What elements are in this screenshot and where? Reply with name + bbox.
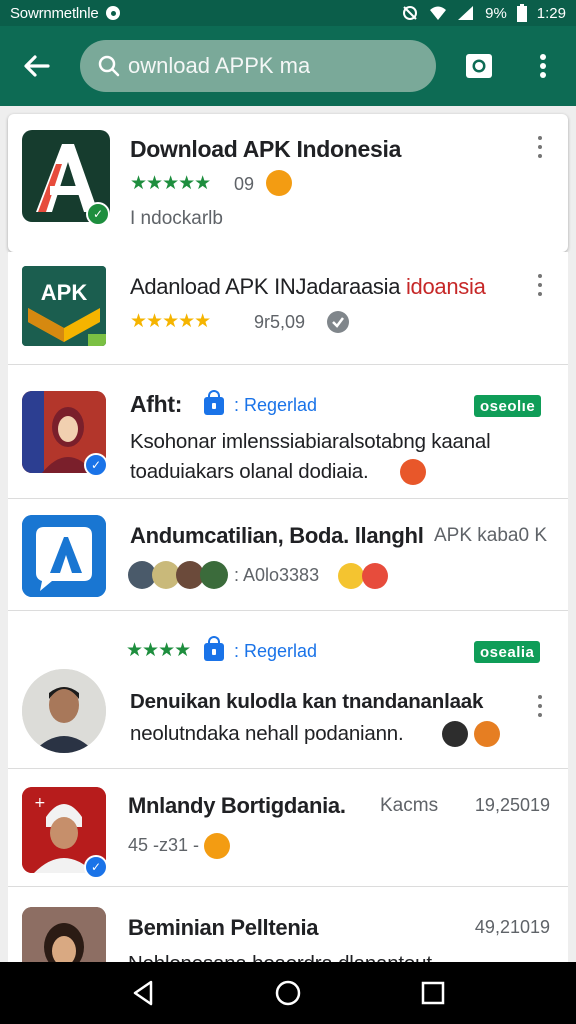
camera-icon (466, 54, 492, 78)
emoji-icon (442, 721, 468, 747)
letter-a-chat-icon (22, 515, 106, 597)
battery-icon (516, 4, 527, 22)
avatar (200, 561, 228, 589)
search-input[interactable]: ownload APPK ma (80, 40, 436, 92)
description-line-2: toaduiakars olanal dodiaia. (130, 460, 369, 483)
clock: 1:29 (536, 4, 566, 22)
more-options-icon[interactable] (534, 274, 546, 296)
list-item[interactable]: ★★★★ : Regerlad osealia Denuikan kulodla… (8, 610, 568, 768)
developer-name: I ndockarlb (130, 208, 223, 229)
status-badge: osealia (474, 641, 541, 663)
wifi-icon (430, 6, 447, 20)
rating-value: 9r5,09 (254, 312, 306, 332)
more-options-icon[interactable] (534, 695, 546, 717)
nav-home-button[interactable] (268, 973, 308, 1013)
back-button[interactable] (16, 46, 56, 86)
recents-square-icon (422, 981, 445, 1005)
search-query-text: ownload APPK ma (128, 53, 311, 78)
home-circle-icon (275, 980, 301, 1006)
emoji-icon (362, 563, 388, 589)
app-bar: ownload APPK ma (0, 26, 576, 106)
system-nav-bar (0, 962, 576, 1024)
notification-dot-icon (106, 6, 121, 20)
verified-badge-icon: ✓ (84, 855, 108, 879)
meta-text: : A0lo3383 (234, 565, 320, 585)
rating-stars: ★★★★★ (130, 311, 211, 332)
nav-back-button[interactable] (123, 973, 163, 1013)
svg-text:APK: APK (41, 280, 88, 305)
status-badge: oseolıe (474, 395, 542, 417)
app-icon-a-blue (22, 515, 106, 597)
description-line-1: Denuikan kulodla kan tnandananlaak (130, 690, 484, 713)
overflow-menu-button[interactable] (528, 46, 558, 86)
list-item[interactable]: Andumcatilian, Boda. llanghl APK kaba0 K… (8, 498, 568, 610)
description-line-1: Nehlonesana boaordra dlanantout (128, 949, 432, 962)
list-item[interactable]: APK Adanload APK INJadaraasia idoansia ★… (8, 252, 568, 364)
emoji-icon (204, 833, 230, 859)
description-line-2: neolutndaka nehall podaniann. (130, 722, 404, 745)
verified-badge-icon: ✓ (84, 453, 108, 477)
result-card-featured[interactable]: ✓ Download APK Indonesia ★★★★★ 09 I ndoc… (8, 114, 568, 252)
result-title: Beminian Pelltenia (128, 915, 319, 940)
result-title: Adanload APK INJadaraasia idoansia (130, 274, 486, 299)
app-icon-apk: APK (22, 266, 106, 346)
person-photo-icon (22, 669, 106, 753)
status-bar: Sowrnmetlnle 9% 1:29 (0, 0, 576, 26)
nav-recents-button[interactable] (413, 973, 453, 1013)
back-triangle-icon (133, 980, 152, 1006)
emoji-icon (266, 170, 292, 196)
lock-icon (204, 636, 224, 661)
list-item[interactable]: Beminian Pelltenia 49,21019 Nehlonesana … (8, 886, 568, 962)
rating-stars: ★★★★ (126, 640, 191, 661)
emoji-icon (400, 459, 426, 485)
list-item[interactable]: ✓ Afht: : Regerlad oseolıe Ksohonar imle… (8, 364, 568, 498)
title-suffix: APK kaba0 K (434, 525, 548, 546)
signal-icon (458, 6, 474, 20)
description-line-1: Ksohonar imlenssiabiaralsotabng kaanal (130, 430, 491, 453)
avatar (22, 669, 106, 753)
emoji-icon (338, 563, 364, 589)
regerlad-link[interactable]: : Regerlad (234, 641, 317, 662)
title-suffix: Kacms (380, 795, 439, 816)
emoji-icon (474, 721, 500, 747)
more-options-icon[interactable] (534, 136, 546, 158)
install-count: 19,25019 (474, 795, 550, 815)
rating-stars: ★★★★★ (130, 173, 211, 194)
title-highlight: idoansia (405, 274, 486, 299)
svg-text:+: + (34, 795, 46, 811)
search-icon (98, 55, 120, 77)
person-photo-icon (22, 907, 106, 962)
meta-text: 45 -z31 - (128, 835, 200, 855)
verified-badge-icon: ✓ (86, 202, 110, 226)
list-item[interactable]: + ✓ Mnlandy Bortigdania. Kacms 19,25019 … (8, 768, 568, 886)
install-count: 49,21019 (474, 917, 550, 937)
camera-button[interactable] (464, 51, 494, 81)
more-vert-icon (540, 54, 546, 78)
mute-icon (403, 6, 418, 20)
result-title: Mnlandy Bortigdania. (128, 793, 346, 818)
lock-icon (204, 390, 224, 415)
results-list: ✓ Download APK Indonesia ★★★★★ 09 I ndoc… (0, 106, 576, 962)
result-title: Andumcatilian, Boda. llanghl (130, 523, 424, 548)
back-arrow-icon (24, 55, 50, 77)
battery-percent: 9% (485, 4, 507, 22)
regerlad-link[interactable]: : Regerlad (234, 395, 317, 416)
result-title: Download APK Indonesia (130, 136, 402, 162)
info-icon (327, 311, 349, 333)
result-title: Afht: (130, 391, 183, 417)
app-thumbnail (22, 907, 106, 962)
carrier-label: Sowrnmetlnle (10, 4, 99, 22)
rating-value: 09 (234, 174, 255, 194)
apk-logo-icon: APK (22, 266, 106, 346)
